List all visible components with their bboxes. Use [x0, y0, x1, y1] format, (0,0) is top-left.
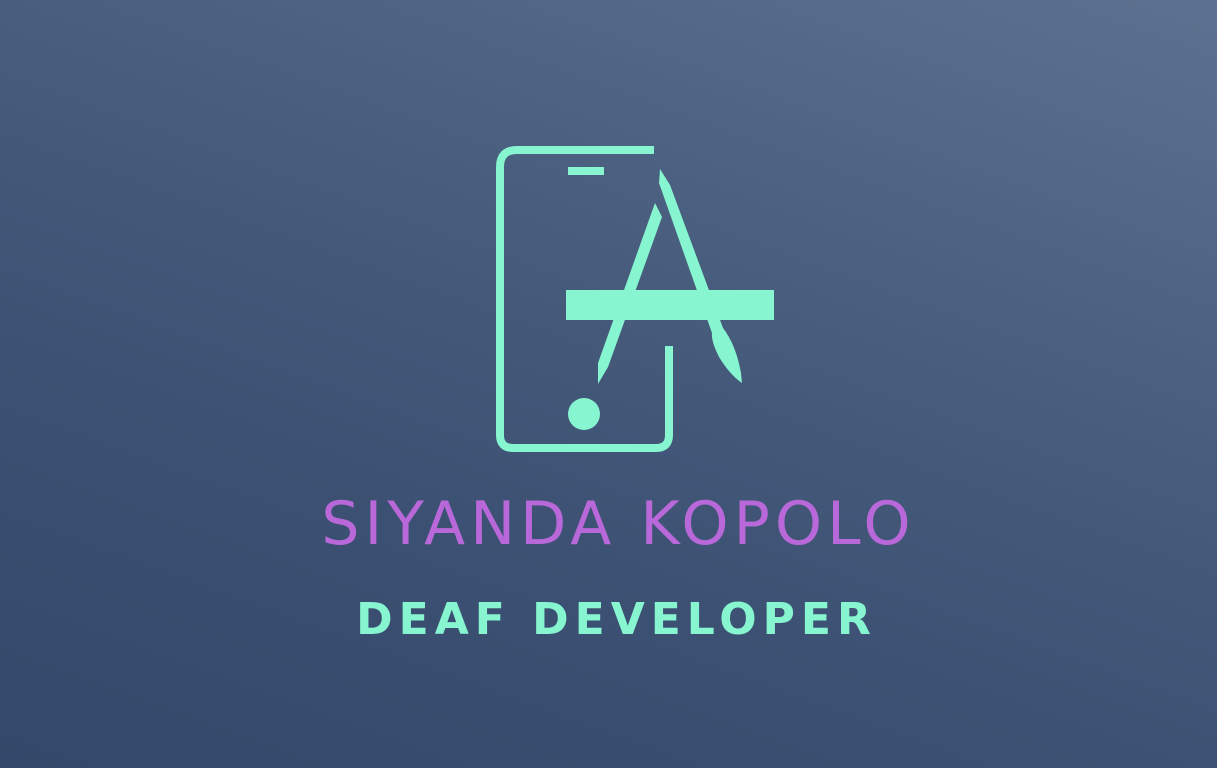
logo-composition: SIYANDA KOPOLO DEAF DEVELOPER	[0, 0, 1217, 768]
phone-speaker	[568, 167, 604, 175]
phone-app-store-logo-icon	[496, 146, 774, 452]
tagline: DEAF DEVELOPER	[356, 594, 877, 645]
phone-home-button	[568, 398, 600, 430]
owner-name: SIYANDA KOPOLO	[321, 489, 916, 559]
